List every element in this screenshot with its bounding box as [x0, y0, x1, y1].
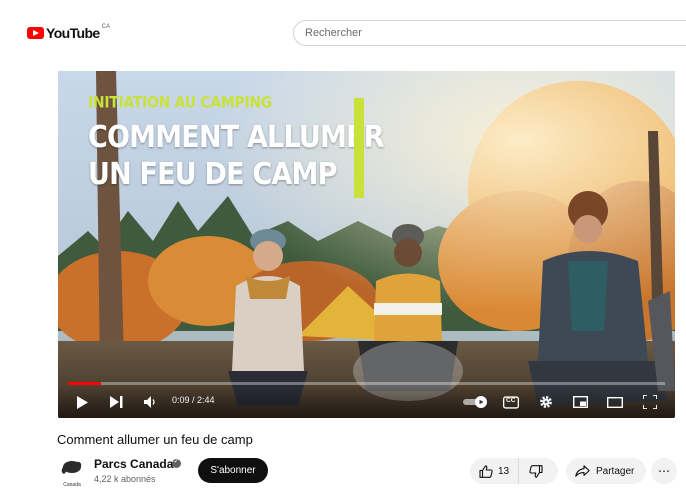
overlay-title-line-2: UN FEU DE CAMP [88, 157, 337, 192]
region-code: CA [101, 24, 110, 30]
like-button[interactable]: 13 [470, 458, 520, 484]
player-controls: 0:09 / 2:44 CC [58, 386, 675, 418]
autoplay-toggle[interactable] [463, 395, 489, 409]
thumbnail-title-overlay: INITIATION AU CAMPING COMMENT ALLUMER UN… [88, 93, 385, 192]
share-arrow-icon [575, 465, 590, 477]
video-player[interactable]: INITIATION AU CAMPING COMMENT ALLUMER UN… [58, 71, 675, 418]
thumbs-down-icon [529, 464, 543, 478]
next-icon [109, 396, 122, 408]
share-label: Partager [596, 465, 635, 477]
youtube-logo[interactable]: YouTube CA [27, 24, 110, 41]
theater-mode-button[interactable] [607, 395, 623, 409]
channel-row: Canada Parcs Canada 4,22 k abonnés S'abo… [57, 455, 686, 491]
thumbs-up-icon [479, 464, 493, 478]
more-icon: ⋯ [658, 464, 670, 478]
time-display: 0:09 / 2:44 [172, 395, 215, 405]
subscriber-count: 4,22 k abonnés [94, 474, 156, 484]
play-icon [77, 395, 88, 409]
avatar-caption: Canada [63, 482, 81, 488]
like-dislike-group: 13 [470, 458, 558, 484]
mute-button[interactable] [142, 395, 158, 409]
captions-label: CC [506, 397, 516, 404]
overlay-kicker: INITIATION AU CAMPING [88, 93, 272, 113]
channel-avatar[interactable]: Canada [60, 458, 84, 488]
settings-button[interactable] [538, 395, 554, 409]
captions-button[interactable]: CC [503, 395, 519, 409]
search-input[interactable]: Rechercher [293, 20, 686, 46]
video-title: Comment allumer un feu de camp [57, 432, 253, 447]
fullscreen-icon [643, 395, 657, 409]
volume-icon [143, 396, 155, 408]
search-placeholder: Rechercher [305, 27, 362, 39]
subscribe-label: S'abonner [210, 465, 256, 476]
progress-bar[interactable] [68, 382, 665, 385]
verified-check-icon [172, 457, 181, 468]
autoplay-toggle-icon [463, 396, 487, 408]
next-button[interactable] [108, 395, 124, 409]
share-button[interactable]: Partager [566, 458, 646, 484]
progress-fill [68, 382, 101, 385]
settings-icon [540, 396, 552, 408]
overlay-title: COMMENT ALLUMER UN FEU DE CAMP [88, 119, 385, 193]
miniplayer-button[interactable] [572, 395, 588, 409]
more-actions-button[interactable]: ⋯ [651, 458, 677, 484]
youtube-play-icon [27, 27, 44, 39]
like-count: 13 [498, 465, 510, 477]
subscribe-button[interactable]: S'abonner [198, 458, 268, 483]
theater-icon [607, 396, 623, 408]
play-button[interactable] [74, 395, 90, 409]
beaver-logo-icon [61, 461, 82, 474]
logo-text: YouTube [46, 25, 100, 41]
channel-name[interactable]: Parcs Canada [94, 457, 173, 471]
overlay-title-line-1: COMMENT ALLUMER [88, 120, 385, 155]
dislike-button[interactable] [519, 464, 543, 478]
overlay-accent-bar [354, 98, 364, 198]
fullscreen-button[interactable] [642, 395, 658, 409]
miniplayer-icon [572, 396, 588, 408]
